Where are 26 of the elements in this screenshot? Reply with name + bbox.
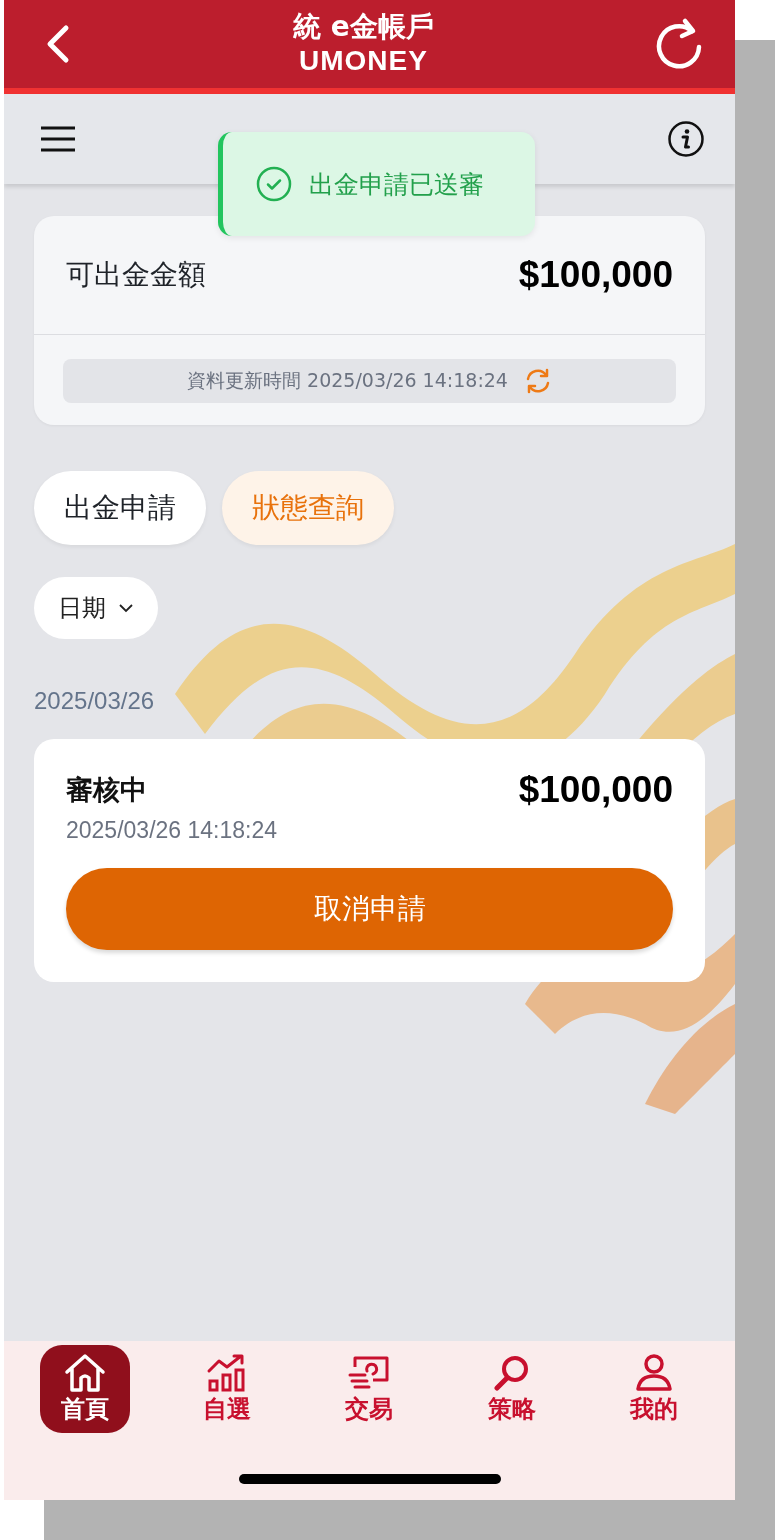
date-dropdown[interactable]: 日期 xyxy=(34,577,158,639)
toast-message: 出金申請已送審 xyxy=(309,168,484,201)
nav-tab[interactable]: 交易 xyxy=(324,1345,415,1433)
balance-label: 可出金金額 xyxy=(66,257,206,293)
tab[interactable]: 出金申請 xyxy=(34,471,206,545)
nav-tab[interactable]: 自選 xyxy=(182,1345,273,1433)
nav-tab[interactable]: 策略 xyxy=(466,1345,557,1433)
info-icon xyxy=(667,120,705,158)
check-circle-icon xyxy=(255,165,293,203)
menu-icon xyxy=(40,126,76,152)
info-button[interactable] xyxy=(667,120,705,158)
request-status: 審核中 xyxy=(66,773,147,807)
balance-amount: $100,000 xyxy=(518,254,673,296)
cancel-button[interactable]: 取消申請 xyxy=(66,868,673,950)
nav-tab[interactable]: 我的 xyxy=(608,1345,699,1433)
date-heading: 2025/03/26 xyxy=(34,687,155,715)
tab[interactable]: 狀態查詢 xyxy=(222,471,394,545)
update-time: 資料更新時間 2025/03/26 14:18:24 xyxy=(187,368,508,393)
request-amount: $100,000 xyxy=(518,769,673,811)
home-icon xyxy=(63,1353,108,1393)
menu-button[interactable] xyxy=(40,126,76,152)
app-title: 統 e金帳戶 xyxy=(293,10,434,44)
request-time: 2025/03/26 14:18:24 xyxy=(66,817,279,844)
chevron-down-icon xyxy=(118,603,134,613)
nav-tab[interactable]: 首頁 xyxy=(40,1345,131,1433)
app-subtitle: UMONEY xyxy=(299,44,428,78)
